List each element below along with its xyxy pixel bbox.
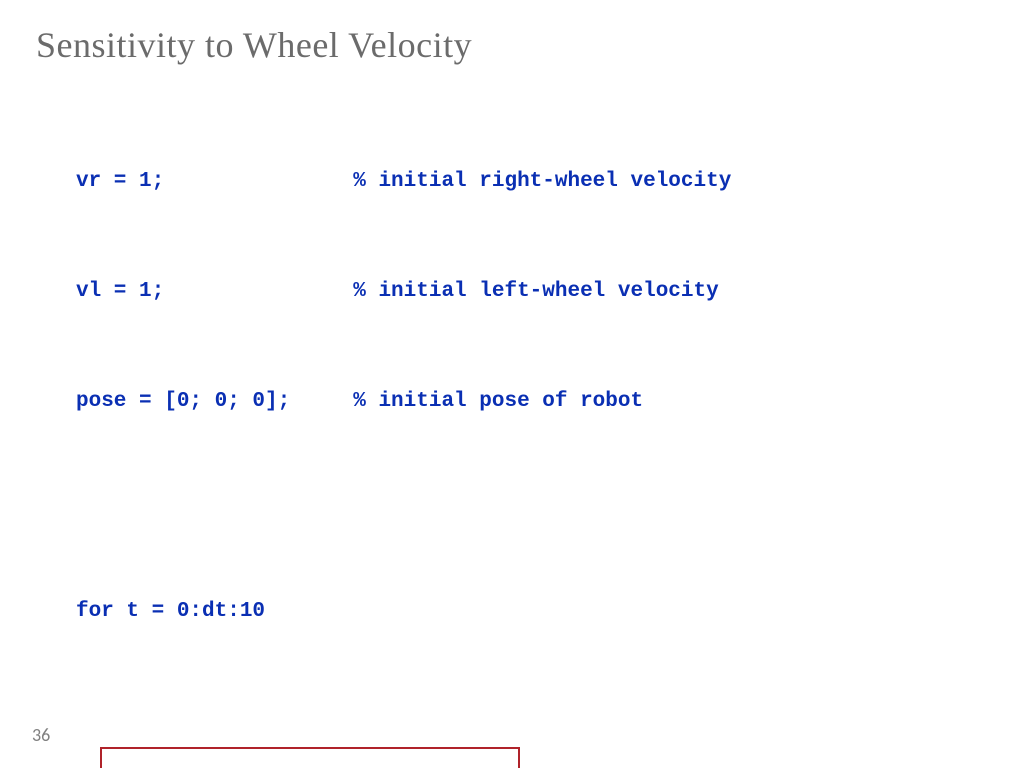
page-number: 36 <box>32 724 50 746</box>
callout-row: -move the robot one time step - see next… <box>76 741 988 768</box>
code-line: for t = 0:dt:10 <box>76 594 988 631</box>
callout-box: -move the robot one time step - see next… <box>100 747 520 768</box>
code-line: pose = [0; 0; 0]; % initial pose of robo… <box>76 384 988 421</box>
code-line: vr = 1; % initial right-wheel velocity <box>76 164 988 201</box>
code-block: vr = 1; % initial right-wheel velocity v… <box>76 90 988 768</box>
blank-line <box>76 494 988 520</box>
slide: Sensitivity to Wheel Velocity vr = 1; % … <box>0 0 1024 768</box>
slide-title: Sensitivity to Wheel Velocity <box>36 24 988 66</box>
code-line: vl = 1; % initial left-wheel velocity <box>76 274 988 311</box>
